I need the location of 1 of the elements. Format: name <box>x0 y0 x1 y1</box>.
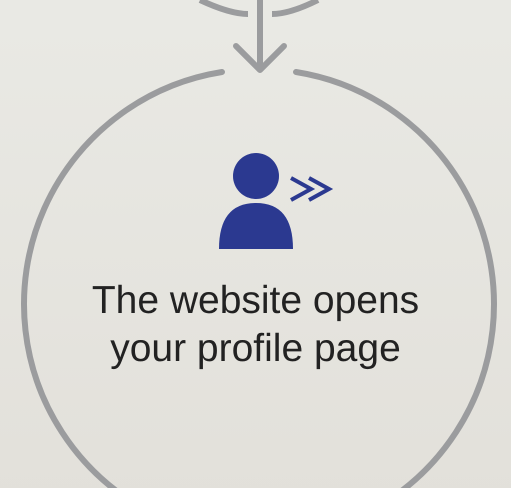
step-caption: The website opens your profile page <box>92 278 420 372</box>
